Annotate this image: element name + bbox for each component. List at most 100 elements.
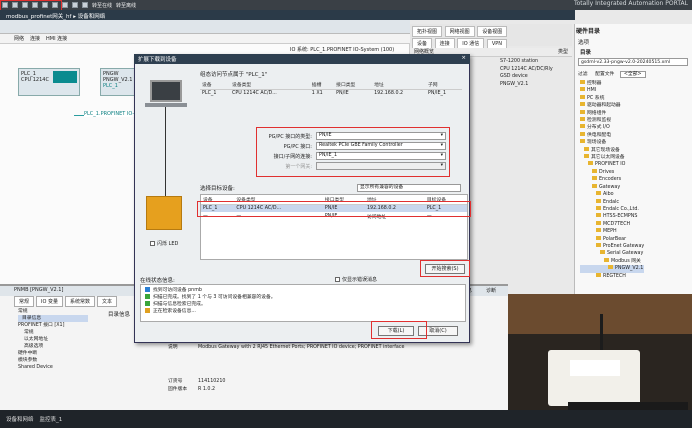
- catalog-tree-item[interactable]: HTSS-ECMPNS: [580, 213, 644, 220]
- catalog-tree-item[interactable]: PROFINET IO: [580, 161, 644, 168]
- info-icon: [145, 287, 150, 292]
- list-item: 找到可访问设备 pnmb: [145, 287, 461, 294]
- catalog-title: 硬件目录: [576, 28, 601, 35]
- folder-icon: [596, 235, 601, 240]
- tab-network[interactable]: 网络视图: [444, 26, 475, 37]
- tree-item[interactable]: 硬件中断: [18, 350, 88, 357]
- folder-icon: [588, 161, 593, 166]
- catalog-tree-label: PNGW_V2.1: [615, 266, 644, 272]
- tree-item[interactable]: 目录信息: [18, 315, 88, 322]
- catalog-tree-label: 检测和监视: [587, 118, 611, 124]
- tab-texts[interactable]: 文本: [97, 296, 118, 307]
- catalog-tree-item[interactable]: Drives: [580, 168, 644, 176]
- taskbar-item-devices[interactable]: 设备和网络: [6, 415, 34, 423]
- catalog-tree-label: Endalc: [603, 199, 620, 205]
- catalog-tree-item[interactable]: Endalc Co.,Ltd.: [580, 205, 644, 213]
- load-highlight-box: [371, 321, 427, 339]
- col-device: 设备: [200, 80, 231, 90]
- show-errors-checkbox[interactable]: 仅显示错误消息: [335, 276, 377, 283]
- catalog-tree-label: Modbus 网关: [611, 258, 641, 264]
- upload-icon[interactable]: [82, 2, 88, 8]
- tree-item[interactable]: 常规: [18, 329, 88, 336]
- catalog-search-input[interactable]: gsdml-v2.33-pngw-v2.0-20240515.xml: [578, 58, 688, 66]
- catalog-tree-item[interactable]: Encoders: [580, 176, 644, 183]
- folder-icon: [584, 154, 589, 159]
- catalog-tree-item[interactable]: 分布式 I/O: [580, 124, 644, 131]
- tab-topology[interactable]: 拓扑视图: [412, 26, 443, 37]
- catalog-tree-item[interactable]: 驱动器和起动器: [580, 102, 644, 109]
- filter-checkbox[interactable]: 过滤: [578, 72, 588, 77]
- plc-device[interactable]: PLC_1 CPU 1214C: [18, 68, 80, 96]
- catalog-tree-item[interactable]: 控制器: [580, 80, 644, 87]
- catalog-tree-item[interactable]: 网络组件: [580, 109, 644, 117]
- catalog-tree-item[interactable]: 检测和监视: [580, 117, 644, 124]
- connection-button[interactable]: 连接: [30, 35, 40, 42]
- table-row[interactable]: PLC_1 CPU 1214C AC/D... 1 X1 PN/IE 192.1…: [200, 90, 462, 98]
- tree-item[interactable]: 高级选项: [18, 343, 88, 350]
- go-offline-button[interactable]: 转至离线: [116, 2, 136, 9]
- catalog-tree-item[interactable]: PolarBear: [580, 235, 644, 243]
- breadcrumb: modbus_profinet网关_hf ▸ 设备和网络: [0, 10, 575, 20]
- list-item[interactable]: CPU 1214C AC/DC/Rly: [500, 66, 553, 74]
- network-button[interactable]: 网络: [14, 35, 24, 42]
- catalog-tree-item[interactable]: 其它现场设备: [580, 146, 644, 154]
- catalog-tree-item[interactable]: MCD7TECH: [580, 220, 644, 228]
- catalog-tree-label: 其它现场设备: [591, 147, 620, 153]
- tab-io-tags[interactable]: IO 变量: [36, 296, 64, 307]
- catalog-tree-item[interactable]: 其它以太网设备: [580, 154, 644, 161]
- catalog-tree-item[interactable]: PNGW_V2.1: [580, 265, 645, 273]
- catalog-tree-label: PC 系统: [587, 95, 605, 101]
- catalog-tree-item[interactable]: PC 系统: [580, 94, 644, 102]
- tab-device[interactable]: 设备视图: [477, 26, 508, 37]
- catalog-tree-item[interactable]: 现场设备: [580, 139, 644, 146]
- cable-line: [165, 107, 166, 197]
- folder-icon: [596, 242, 601, 247]
- tree-item[interactable]: PROFINET 接口 [X1]: [18, 322, 88, 329]
- flash-led-checkbox[interactable]: 闪烁 LED: [150, 240, 178, 247]
- flash-led-box[interactable]: [150, 241, 155, 246]
- taskbar-item-watch[interactable]: 监控表_1: [40, 415, 63, 423]
- catalog-tree-item[interactable]: MEPH: [580, 228, 644, 235]
- list-item[interactable]: PNGW_V2.1: [500, 81, 553, 89]
- catalog-tree-item[interactable]: Gateway: [580, 183, 644, 191]
- catalog-tree-item[interactable]: ProEnet Gateway: [580, 242, 644, 250]
- download-icon[interactable]: [72, 2, 78, 8]
- overview-list: S7-1200 station CPU 1214C AC/DC/Rly GSD …: [500, 58, 553, 88]
- folder-icon: [592, 168, 597, 173]
- desc-value: Modbus Gateway with 2 RJ45 Ethernet Port…: [198, 345, 405, 350]
- catalog-tree-item[interactable]: 供电和配电: [580, 131, 644, 139]
- catalog-tree-label: 控制器: [587, 81, 602, 86]
- device-filter-select[interactable]: 显示所有兼容的设备: [357, 184, 461, 192]
- paste-icon[interactable]: [62, 2, 68, 8]
- errors-only-box[interactable]: [335, 277, 340, 282]
- tab-system-constants[interactable]: 系统常数: [65, 296, 96, 307]
- catalog-tree-item[interactable]: Aibo: [580, 191, 644, 198]
- list-item[interactable]: GSD device: [500, 73, 553, 81]
- pc-keyboard-icon: [145, 103, 187, 107]
- tree-item[interactable]: Shared Device: [18, 364, 88, 371]
- go-online-button[interactable]: 转至在线: [92, 2, 112, 9]
- catalog-tree-item[interactable]: Serial Gateway: [580, 250, 644, 257]
- tree-item[interactable]: 常规: [18, 308, 88, 315]
- catalog-tree-item[interactable]: Endalc: [580, 198, 644, 206]
- catalog-tree-label: PROFINET IO: [595, 162, 626, 168]
- catalog-tree-label: PolarBear: [603, 236, 627, 242]
- message-text: 找到可访问设备 pnmb: [153, 288, 202, 293]
- cpu-icon: [146, 196, 182, 230]
- catalog-tree-item[interactable]: HMI: [580, 87, 644, 94]
- close-icon[interactable]: ×: [461, 55, 466, 63]
- list-item[interactable]: S7-1200 station: [500, 58, 553, 66]
- catalog-tree-item[interactable]: REGTECH: [580, 272, 644, 280]
- profile-select[interactable]: <全部>: [619, 71, 646, 78]
- catalog-tree-item[interactable]: Modbus 网关: [580, 257, 644, 265]
- connection-select[interactable]: HMI 连接: [46, 35, 67, 42]
- tab-diagnostics[interactable]: 诊断: [486, 287, 496, 294]
- catalog-tree-label: REGTECH: [603, 273, 626, 279]
- folder-icon: [580, 124, 585, 129]
- tree-item[interactable]: 以太网地址: [18, 336, 88, 343]
- tree-item[interactable]: 模块参数: [18, 357, 88, 364]
- overview-col-type: 类型: [557, 49, 568, 55]
- properties-title: PNMB [PNGW_V2.1]: [14, 287, 64, 293]
- message-text: 扫描已完成。找到了 1 个与 3 可访问设备相兼容的设备。: [153, 295, 276, 300]
- tab-general[interactable]: 常规: [14, 296, 35, 307]
